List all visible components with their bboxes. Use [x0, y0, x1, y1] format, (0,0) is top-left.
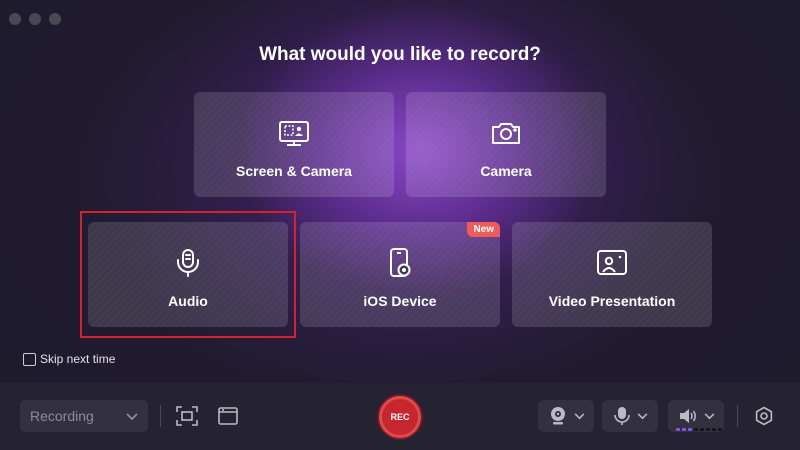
close-window-button[interactable] — [9, 13, 21, 25]
camera-option[interactable]: Camera — [406, 92, 606, 197]
skip-label: Skip next time — [40, 352, 116, 366]
audio-level-meter — [676, 428, 722, 431]
microphone-icon — [613, 407, 630, 425]
skip-checkbox[interactable] — [23, 352, 36, 366]
chevron-down-icon — [704, 412, 714, 419]
settings-icon — [755, 406, 773, 426]
video-presentation-option[interactable]: Video Presentation — [512, 222, 712, 327]
ios-device-option[interactable]: New iOS Device — [300, 222, 500, 327]
record-label: REC — [390, 412, 410, 422]
window-icon — [218, 407, 238, 425]
audio-level-bar — [682, 428, 686, 431]
chevron-down-icon — [126, 408, 138, 424]
audio-level-bar — [718, 428, 722, 431]
audio-level-bar — [712, 428, 716, 431]
bottom-toolbar: Recording REC — [0, 383, 800, 450]
audio-level-bar — [676, 428, 680, 431]
region-select-icon — [176, 406, 198, 426]
region-select-button[interactable] — [174, 403, 200, 429]
chevron-down-icon — [637, 412, 647, 419]
speaker-icon — [679, 409, 696, 423]
audio-level-bar — [694, 428, 698, 431]
window-controls — [9, 13, 61, 25]
toolbar-divider — [737, 405, 738, 427]
toolbar-divider — [160, 405, 161, 427]
screen-camera-icon — [277, 117, 311, 149]
audio-level-bar — [688, 428, 692, 431]
new-badge: New — [467, 222, 500, 237]
screen-camera-label: Screen & Camera — [236, 163, 352, 179]
microphone-icon — [171, 247, 205, 279]
audio-label: Audio — [168, 293, 208, 309]
presentation-icon — [595, 247, 629, 279]
skip-next-time[interactable]: Skip next time — [23, 352, 115, 366]
video-presentation-label: Video Presentation — [548, 293, 676, 309]
audio-level-bar — [700, 428, 704, 431]
audio-level-bar — [706, 428, 710, 431]
recording-mode-value: Recording — [30, 408, 94, 424]
record-button[interactable]: REC — [379, 396, 421, 438]
chevron-down-icon — [574, 412, 584, 419]
screen-camera-option[interactable]: Screen & Camera — [194, 92, 394, 197]
page-title: What would you like to record? — [259, 44, 541, 65]
camera-label: Camera — [480, 163, 532, 179]
minimize-window-button[interactable] — [29, 13, 41, 25]
recording-mode-select[interactable]: Recording — [20, 400, 148, 432]
ios-device-label: iOS Device — [363, 293, 437, 309]
zoom-window-button[interactable] — [49, 13, 61, 25]
webcam-select[interactable] — [538, 400, 594, 432]
settings-button[interactable] — [751, 403, 777, 429]
webcam-icon — [550, 407, 565, 425]
audio-option[interactable]: Audio — [88, 222, 288, 327]
ios-device-icon — [383, 247, 417, 279]
camera-icon — [489, 117, 523, 149]
window-capture-button[interactable] — [215, 403, 241, 429]
microphone-select[interactable] — [602, 400, 658, 432]
